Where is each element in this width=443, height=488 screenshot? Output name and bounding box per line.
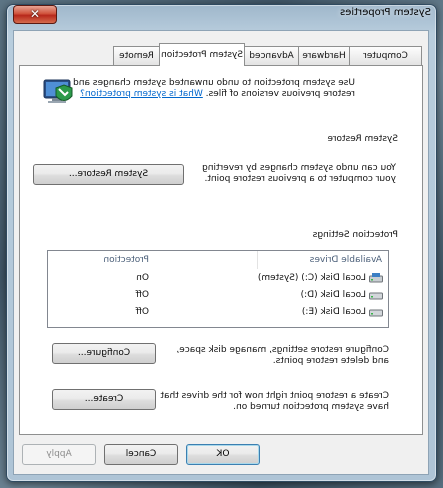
create-line-2: have system protection turned on. <box>233 402 389 412</box>
column-header-protection[interactable]: Protection <box>103 251 149 269</box>
ok-button[interactable]: OK <box>186 444 260 465</box>
drive-icon <box>369 292 383 300</box>
configure-button[interactable]: Configure... <box>52 343 156 364</box>
configure-line-1: Configure restore settings, manage disk … <box>176 345 389 355</box>
table-row[interactable]: Local Disk (D:) Off <box>48 288 388 302</box>
create-button[interactable]: Create... <box>52 389 156 410</box>
drive-name: Local Disk (D:) <box>300 290 366 300</box>
window-title: System Properties <box>339 7 431 18</box>
apply-button[interactable]: Apply <box>22 444 96 465</box>
system-protection-icon <box>43 79 73 103</box>
table-row[interactable]: Local Disk (C:) (System) On <box>48 271 388 285</box>
tab-remote[interactable]: Remote <box>113 46 160 65</box>
what-is-system-protection-link[interactable]: What is system protection? <box>80 89 203 99</box>
column-separator <box>257 251 258 269</box>
drive-protection-status: Off <box>135 307 149 317</box>
system-restore-group-title: System Restore <box>325 134 400 144</box>
cancel-button[interactable]: Cancel <box>104 444 178 465</box>
configure-line-2: and delete restore points. <box>272 356 389 366</box>
create-line-1: Create a restore point right now for the… <box>160 391 389 401</box>
tab-system-protection[interactable]: System Protection <box>159 43 245 66</box>
drive-icon <box>369 309 383 317</box>
drive-protection-status: On <box>136 273 149 283</box>
table-row[interactable]: Local Disk (E:) Off <box>48 305 388 319</box>
system-restore-line-1: You can undo system changes by reverting <box>202 163 396 173</box>
drives-table[interactable]: Available Drives Protection Local Disk (… <box>47 250 389 328</box>
tab-computer-name[interactable]: Computer Name <box>349 46 422 79</box>
column-header-available-drives[interactable]: Available Drives <box>310 251 382 269</box>
intro-text: restore previous versions of files. <box>205 89 355 99</box>
desktop-background: { "window": { "title": "System Propertie… <box>0 0 443 488</box>
close-button[interactable]: ✕ <box>13 5 57 24</box>
mirrored-screen: System Properties ✕ Computer Name Hardwa… <box>0 0 443 488</box>
system-drive-icon <box>369 273 383 283</box>
system-restore-line-2: your computer to a previous restore poin… <box>204 174 396 184</box>
drive-name: Local Disk (C:) (System) <box>257 273 366 283</box>
tab-hardware[interactable]: Hardware <box>298 46 350 65</box>
drive-protection-status: Off <box>135 290 149 300</box>
system-restore-button[interactable]: System Restore... <box>33 164 184 185</box>
drive-name: Local Disk (E:) <box>301 307 366 317</box>
intro-line-2: restore previous versions of files. What… <box>80 89 355 100</box>
intro-line-1: Use system protection to undo unwanted s… <box>73 78 355 88</box>
tab-advanced[interactable]: Advanced <box>244 46 299 65</box>
protection-settings-group-title: Protection Settings <box>310 230 400 240</box>
